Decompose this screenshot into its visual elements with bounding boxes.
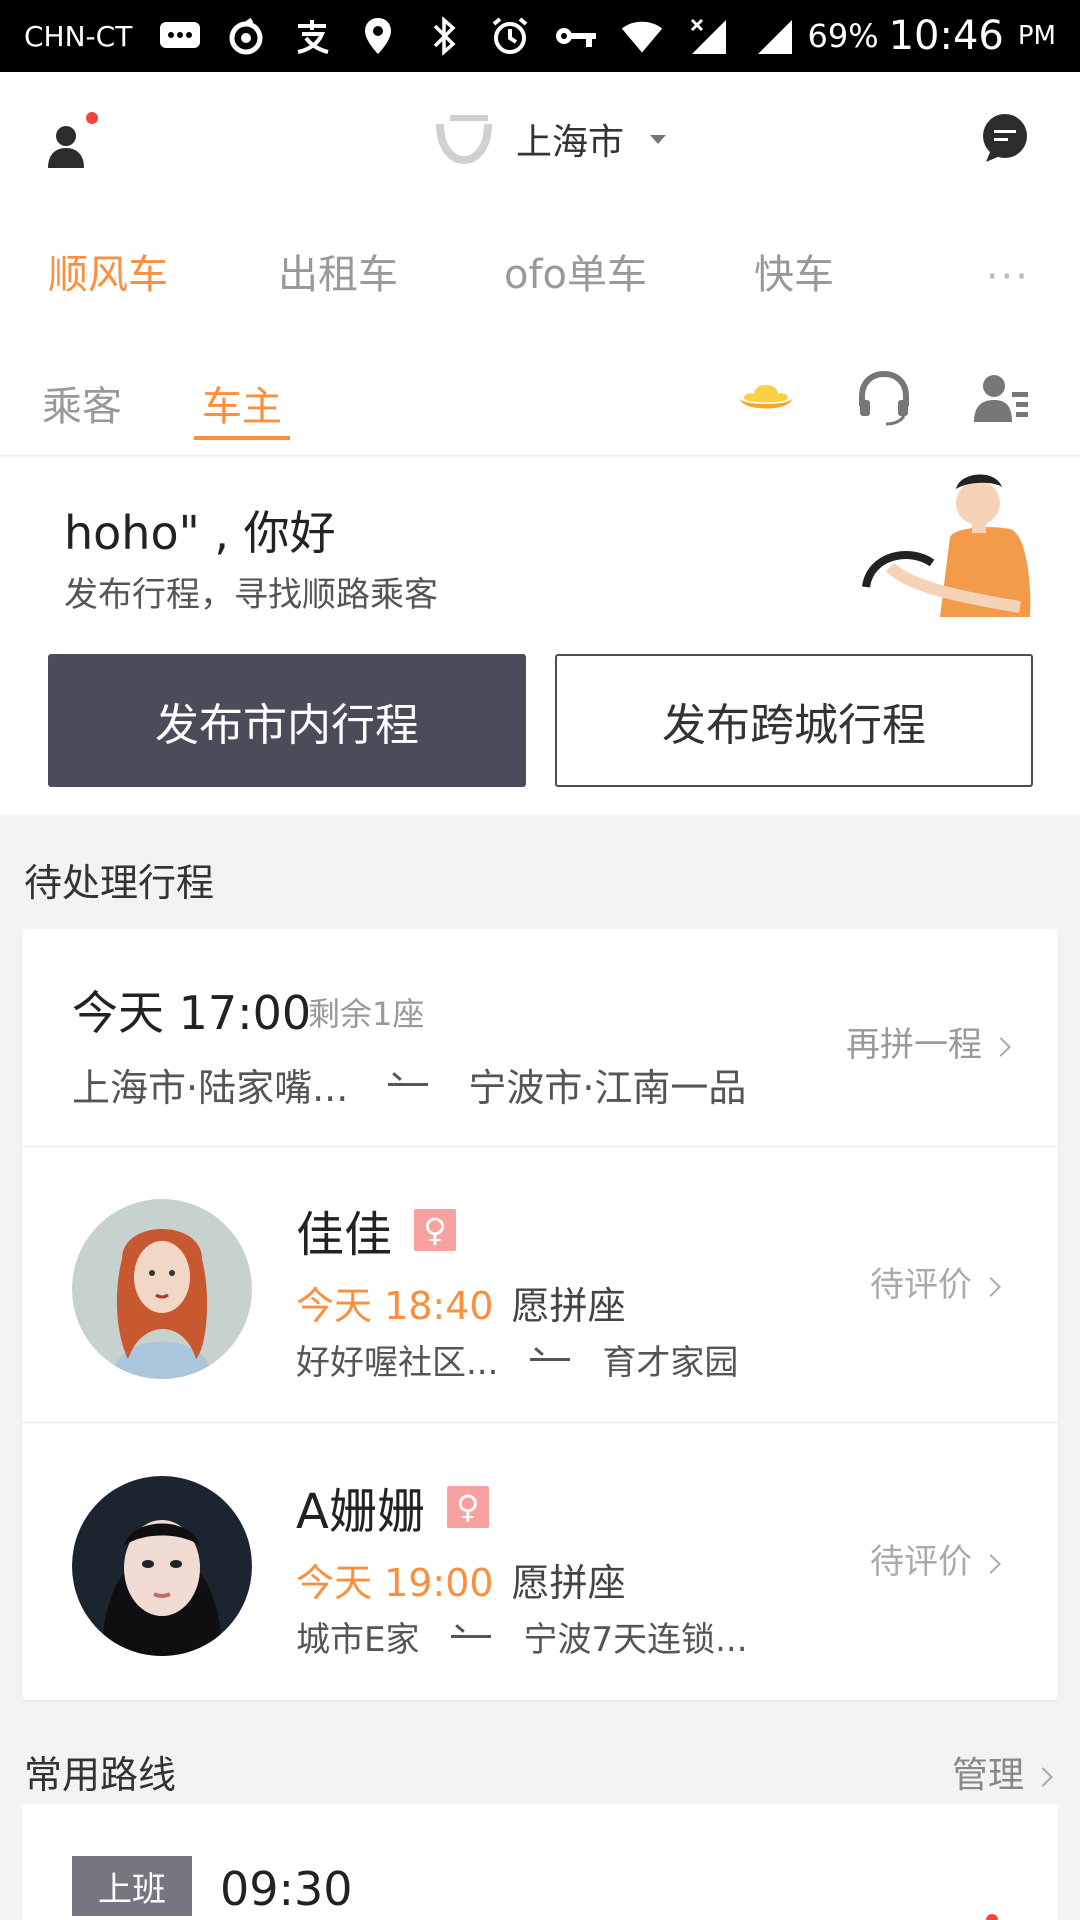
tab-taxi[interactable]: 出租车 bbox=[278, 242, 398, 300]
passenger-time: 今天 18:40 bbox=[296, 1284, 494, 1328]
publish-intercity-trip-button[interactable]: 发布跨城行程 bbox=[555, 654, 1033, 787]
service-tabs: 顺风车 出租车 ofo单车 快车 ··· bbox=[0, 212, 1080, 332]
rate-pending-link[interactable]: 待评价 bbox=[870, 1257, 1001, 1306]
gold-ingot-icon[interactable] bbox=[736, 368, 796, 428]
trip-seats-left: 剩余1座 bbox=[308, 995, 425, 1033]
notification-dot bbox=[986, 1914, 998, 1920]
trip-origin: 上海市·陆家嘴... bbox=[72, 1066, 349, 1110]
pending-trips-title: 待处理行程 bbox=[24, 861, 215, 905]
didi-logo-icon bbox=[436, 115, 492, 165]
bluetooth-icon bbox=[422, 14, 466, 58]
more-services-button[interactable]: ··· bbox=[986, 254, 1030, 300]
profile-button[interactable] bbox=[46, 112, 98, 172]
manage-routes-label: 管理 bbox=[951, 1755, 1024, 1796]
publish-city-trip-button[interactable]: 发布市内行程 bbox=[48, 654, 526, 787]
city-label: 上海市 bbox=[516, 122, 625, 163]
passenger-time: 今天 19:00 bbox=[296, 1561, 494, 1605]
trip-time: 今天 17:00 bbox=[72, 986, 312, 1040]
passenger-destination: 育才家园 bbox=[602, 1343, 739, 1383]
clock: 10:46 bbox=[888, 13, 1004, 59]
passenger-row[interactable]: A姗姗 ♀ 今天 19:00 愿拼座 城市E家 宁波7天连锁... 待评价 bbox=[22, 1424, 1058, 1700]
passenger-route: 好好喔社区... 育才家园 bbox=[296, 1335, 738, 1384]
route-time: 09:30 bbox=[220, 1862, 353, 1916]
greeting-subtitle: 发布行程，寻找顺路乘客 bbox=[64, 575, 438, 615]
trip-destination: 宁波市·江南一品 bbox=[468, 1066, 747, 1110]
user-icon bbox=[48, 126, 84, 168]
rate-pending-label: 待评价 bbox=[870, 1265, 972, 1305]
driver-greeting-panel: hoho" , 你好 发布行程，寻找顺路乘客 发布市内行程 发布跨城行程 bbox=[0, 457, 1080, 815]
app-header: 上海市 bbox=[0, 72, 1080, 212]
passenger-avatar bbox=[72, 1199, 252, 1379]
passenger-name: 佳佳 bbox=[296, 1207, 393, 1263]
role-tabs: 乘客 车主 bbox=[0, 332, 1080, 456]
signal-x-icon bbox=[686, 14, 730, 58]
common-routes-title: 常用路线 bbox=[24, 1753, 177, 1797]
messages-button[interactable] bbox=[980, 112, 1030, 164]
carrier-label: CHN-CT bbox=[24, 19, 133, 53]
passenger-route: 城市E家 宁波7天连锁... bbox=[296, 1612, 748, 1661]
tab-driver[interactable]: 车主 bbox=[202, 374, 282, 432]
clock-ampm: PM bbox=[1017, 21, 1056, 51]
tab-ofo-bike[interactable]: ofo单车 bbox=[504, 242, 647, 300]
status-icons bbox=[158, 14, 796, 58]
passenger-time-line: 今天 18:40 愿拼座 bbox=[296, 1275, 626, 1330]
active-tab-indicator bbox=[194, 436, 290, 440]
passenger-avatar bbox=[72, 1476, 252, 1656]
signal-icon bbox=[752, 14, 796, 58]
status-bar: CHN-CT 69% 10:46 PM bbox=[0, 0, 1080, 72]
female-icon: ♀ bbox=[414, 1209, 457, 1251]
tab-hitch[interactable]: 顺风车 bbox=[48, 242, 168, 300]
passenger-name: A姗姗 bbox=[296, 1484, 425, 1540]
share-seat-label: 愿拼座 bbox=[511, 1561, 626, 1605]
carpool-again-label: 再拼一程 bbox=[846, 1025, 982, 1065]
notification-dot bbox=[86, 112, 98, 124]
carpool-again-link[interactable]: 再拼一程 bbox=[846, 1017, 1011, 1066]
chevron-down-icon bbox=[650, 134, 667, 144]
driver-illustration bbox=[862, 474, 1031, 617]
battery-level: 69% bbox=[807, 17, 879, 55]
message-icon bbox=[158, 14, 202, 58]
greeting-title: hoho" , 你好 bbox=[64, 506, 336, 560]
share-seat-label: 愿拼座 bbox=[511, 1284, 626, 1328]
manage-routes-link[interactable]: 管理 bbox=[951, 1746, 1053, 1798]
trip-summary-row[interactable]: 今天 17:00 剩余1座 上海市·陆家嘴... 宁波市·江南一品 再拼一程 bbox=[22, 929, 1058, 1147]
passenger-name-line: 佳佳 ♀ bbox=[296, 1195, 457, 1265]
passenger-origin: 城市E家 bbox=[296, 1620, 420, 1660]
passenger-destination: 宁波7天连锁... bbox=[523, 1620, 748, 1660]
alarm-icon bbox=[488, 14, 532, 58]
tab-passenger[interactable]: 乘客 bbox=[42, 374, 122, 432]
vpn-key-icon bbox=[554, 14, 598, 58]
route-tag: 上班 bbox=[72, 1856, 192, 1916]
trip-route: 上海市·陆家嘴... 宁波市·江南一品 bbox=[72, 1057, 746, 1112]
passenger-name-line: A姗姗 ♀ bbox=[296, 1472, 489, 1542]
user-settings-icon[interactable] bbox=[972, 368, 1032, 428]
chevron-right-icon bbox=[981, 1553, 1001, 1574]
chevron-right-icon bbox=[981, 1276, 1001, 1297]
route-arrow-icon bbox=[451, 1635, 492, 1638]
passenger-time-line: 今天 19:00 愿拼座 bbox=[296, 1552, 626, 1607]
tab-express[interactable]: 快车 bbox=[754, 242, 834, 300]
route-arrow-icon bbox=[530, 1358, 571, 1361]
netease-music-icon bbox=[224, 14, 268, 58]
location-icon bbox=[356, 14, 400, 58]
route-item[interactable]: 上班 09:30 bbox=[22, 1804, 1058, 1920]
wifi-icon bbox=[620, 14, 664, 58]
route-arrow-icon bbox=[388, 1083, 429, 1086]
passenger-origin: 好好喔社区... bbox=[296, 1343, 499, 1383]
message-bubble-icon bbox=[983, 114, 1027, 162]
chevron-right-icon bbox=[991, 1036, 1011, 1057]
headset-icon[interactable] bbox=[854, 368, 914, 428]
passenger-row[interactable]: 佳佳 ♀ 今天 18:40 愿拼座 好好喔社区... 育才家园 待评价 bbox=[22, 1147, 1058, 1423]
rate-pending-link[interactable]: 待评价 bbox=[870, 1534, 1001, 1583]
chevron-right-icon bbox=[1033, 1767, 1053, 1787]
pending-trips-card: 今天 17:00 剩余1座 上海市·陆家嘴... 宁波市·江南一品 再拼一程 佳… bbox=[22, 929, 1058, 1700]
alipay-icon bbox=[290, 14, 334, 58]
city-selector[interactable]: 上海市 bbox=[432, 112, 667, 166]
female-icon: ♀ bbox=[446, 1486, 489, 1528]
rate-pending-label: 待评价 bbox=[870, 1542, 972, 1582]
